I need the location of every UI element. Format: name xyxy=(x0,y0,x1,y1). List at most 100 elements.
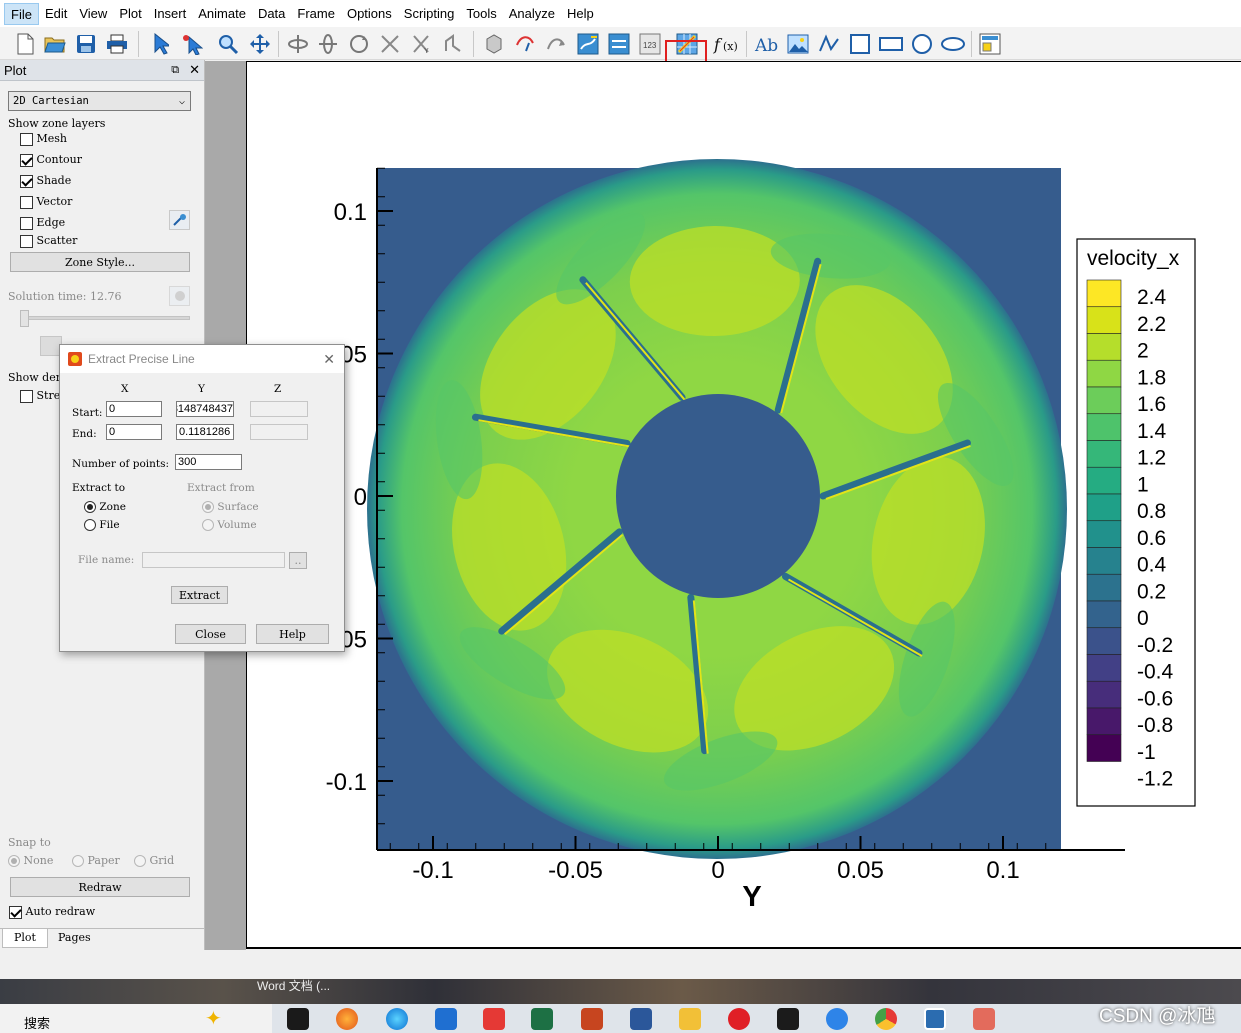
browse-button[interactable]: .. xyxy=(289,552,307,569)
from-surface-option[interactable]: Surface xyxy=(202,501,259,513)
contour-checkbox[interactable] xyxy=(20,153,33,167)
extract-button[interactable]: Extract xyxy=(171,586,228,604)
edge-checkbox[interactable] xyxy=(20,216,33,230)
snap-paper[interactable]: Paper xyxy=(72,854,120,867)
menu-tools[interactable]: Tools xyxy=(460,3,502,25)
contour-plot[interactable]: -0.1-0.0500.050.10.10.050-0.05-0.1Y velo… xyxy=(247,62,1241,948)
time-slider[interactable] xyxy=(20,316,190,320)
from-volume-option[interactable]: Volume xyxy=(202,519,257,531)
ellipse-icon[interactable] xyxy=(940,31,966,57)
menu-frame[interactable]: Frame xyxy=(291,3,341,25)
time-settings-icon[interactable] xyxy=(169,286,190,306)
contour-add-icon[interactable] xyxy=(575,31,601,57)
redraw-button[interactable]: Redraw xyxy=(10,877,190,897)
excel-icon[interactable] xyxy=(531,1008,553,1030)
close-icon[interactable]: ✕ xyxy=(189,62,200,78)
snap-none-radio[interactable] xyxy=(8,855,20,867)
vector-checkbox[interactable] xyxy=(20,195,33,209)
music-icon[interactable] xyxy=(728,1008,750,1030)
image-icon[interactable] xyxy=(785,31,811,57)
powerpoint-icon[interactable] xyxy=(581,1008,603,1030)
scatter-checkbox[interactable] xyxy=(20,234,33,248)
menu-animate[interactable]: Animate xyxy=(192,3,252,25)
start-z-input[interactable] xyxy=(250,401,308,417)
rotate-y-icon[interactable] xyxy=(315,31,341,57)
word-icon[interactable] xyxy=(630,1008,652,1030)
snap-grid[interactable]: Grid xyxy=(134,854,174,867)
start-y-input[interactable]: 3148748437 xyxy=(176,401,234,417)
menu-analyze[interactable]: Analyze xyxy=(503,3,561,25)
plot-frame[interactable]: -0.1-0.0500.050.10.10.050-0.05-0.1Y velo… xyxy=(246,61,1241,949)
from-surface-radio[interactable] xyxy=(202,501,214,513)
frame-icon[interactable] xyxy=(977,31,1003,57)
menu-edit[interactable]: Edit xyxy=(39,3,73,25)
menu-scripting[interactable]: Scripting xyxy=(398,3,461,25)
chat-icon[interactable] xyxy=(826,1008,848,1030)
dialog-close-icon[interactable]: ✕ xyxy=(323,351,335,368)
to-zone-radio[interactable] xyxy=(84,501,96,513)
menu-data[interactable]: Data xyxy=(252,3,291,25)
tab-pages[interactable]: Pages xyxy=(58,931,91,944)
end-y-input[interactable]: 0.1181286 xyxy=(176,424,234,440)
tecplot-icon[interactable] xyxy=(924,1008,946,1030)
rollerball-icon[interactable] xyxy=(377,31,403,57)
stream-option[interactable]: Stre xyxy=(20,389,60,403)
tab-plot[interactable]: Plot xyxy=(2,929,48,948)
help-button[interactable]: Help xyxy=(256,624,329,644)
mesh-checkbox[interactable] xyxy=(20,132,33,146)
points-input[interactable]: 300 xyxy=(175,454,242,470)
zoom-icon[interactable] xyxy=(215,31,241,57)
spherical-icon[interactable]: Y xyxy=(408,31,434,57)
plot-type-select[interactable]: 2D Cartesian ⌵ xyxy=(8,91,191,111)
zone-style-button[interactable]: Zone Style... xyxy=(10,252,190,272)
new-icon[interactable] xyxy=(12,31,38,57)
snap-paper-radio[interactable] xyxy=(72,855,84,867)
layer-mesh[interactable]: Mesh xyxy=(20,132,67,146)
to-file-option[interactable]: File xyxy=(84,519,120,531)
streamtrace-icon[interactable] xyxy=(543,31,569,57)
open-icon[interactable] xyxy=(42,31,68,57)
pycharm-icon[interactable] xyxy=(777,1008,799,1030)
extract-precise-line-dialog[interactable]: Extract Precise Line ✕ X Y Z Start: 0 31… xyxy=(59,344,345,652)
chrome-icon[interactable] xyxy=(875,1008,897,1030)
start-x-input[interactable]: 0 xyxy=(106,401,162,417)
auto-redraw[interactable]: Auto redraw xyxy=(9,905,95,919)
end-z-input[interactable] xyxy=(250,424,308,440)
firefox-icon[interactable] xyxy=(336,1008,358,1030)
save-icon[interactable] xyxy=(73,31,99,57)
restore-icon[interactable]: ⧉ xyxy=(171,64,179,77)
app-icon[interactable] xyxy=(973,1008,995,1030)
slice-icon[interactable] xyxy=(512,31,538,57)
menu-view[interactable]: View xyxy=(73,3,113,25)
layer-shade[interactable]: Shade xyxy=(20,174,71,188)
circle-icon[interactable] xyxy=(909,31,935,57)
layer-vector[interactable]: Vector xyxy=(20,195,72,209)
app-red-icon[interactable] xyxy=(483,1008,505,1030)
rotate-x-icon[interactable] xyxy=(285,31,311,57)
search-box[interactable]: 搜索 ✦ xyxy=(0,1004,272,1033)
notes-icon[interactable] xyxy=(435,1008,457,1030)
menu-insert[interactable]: Insert xyxy=(148,3,193,25)
menu-options[interactable]: Options xyxy=(341,3,398,25)
close-button[interactable]: Close xyxy=(175,624,246,644)
menu-help[interactable]: Help xyxy=(561,3,600,25)
square-icon[interactable] xyxy=(847,31,873,57)
translate-icon[interactable] xyxy=(247,31,273,57)
contour-remove-icon[interactable] xyxy=(606,31,632,57)
menu-file[interactable]: File xyxy=(4,2,39,25)
menu-plot[interactable]: Plot xyxy=(113,3,147,25)
snap-none[interactable]: None xyxy=(8,854,53,867)
adjustor-icon[interactable] xyxy=(179,31,205,57)
rectangle-icon[interactable] xyxy=(878,31,904,57)
from-volume-radio[interactable] xyxy=(202,519,214,531)
rotate-z-icon[interactable] xyxy=(346,31,372,57)
auto-redraw-checkbox[interactable] xyxy=(9,905,22,919)
twist-icon[interactable] xyxy=(440,31,466,57)
probe-icon[interactable] xyxy=(481,31,507,57)
end-x-input[interactable]: 0 xyxy=(106,424,162,440)
to-zone-option[interactable]: Zone xyxy=(84,501,126,513)
select-icon[interactable] xyxy=(148,31,174,57)
print-icon[interactable] xyxy=(104,31,130,57)
contour-settings-icon[interactable] xyxy=(169,210,190,230)
to-file-radio[interactable] xyxy=(84,519,96,531)
